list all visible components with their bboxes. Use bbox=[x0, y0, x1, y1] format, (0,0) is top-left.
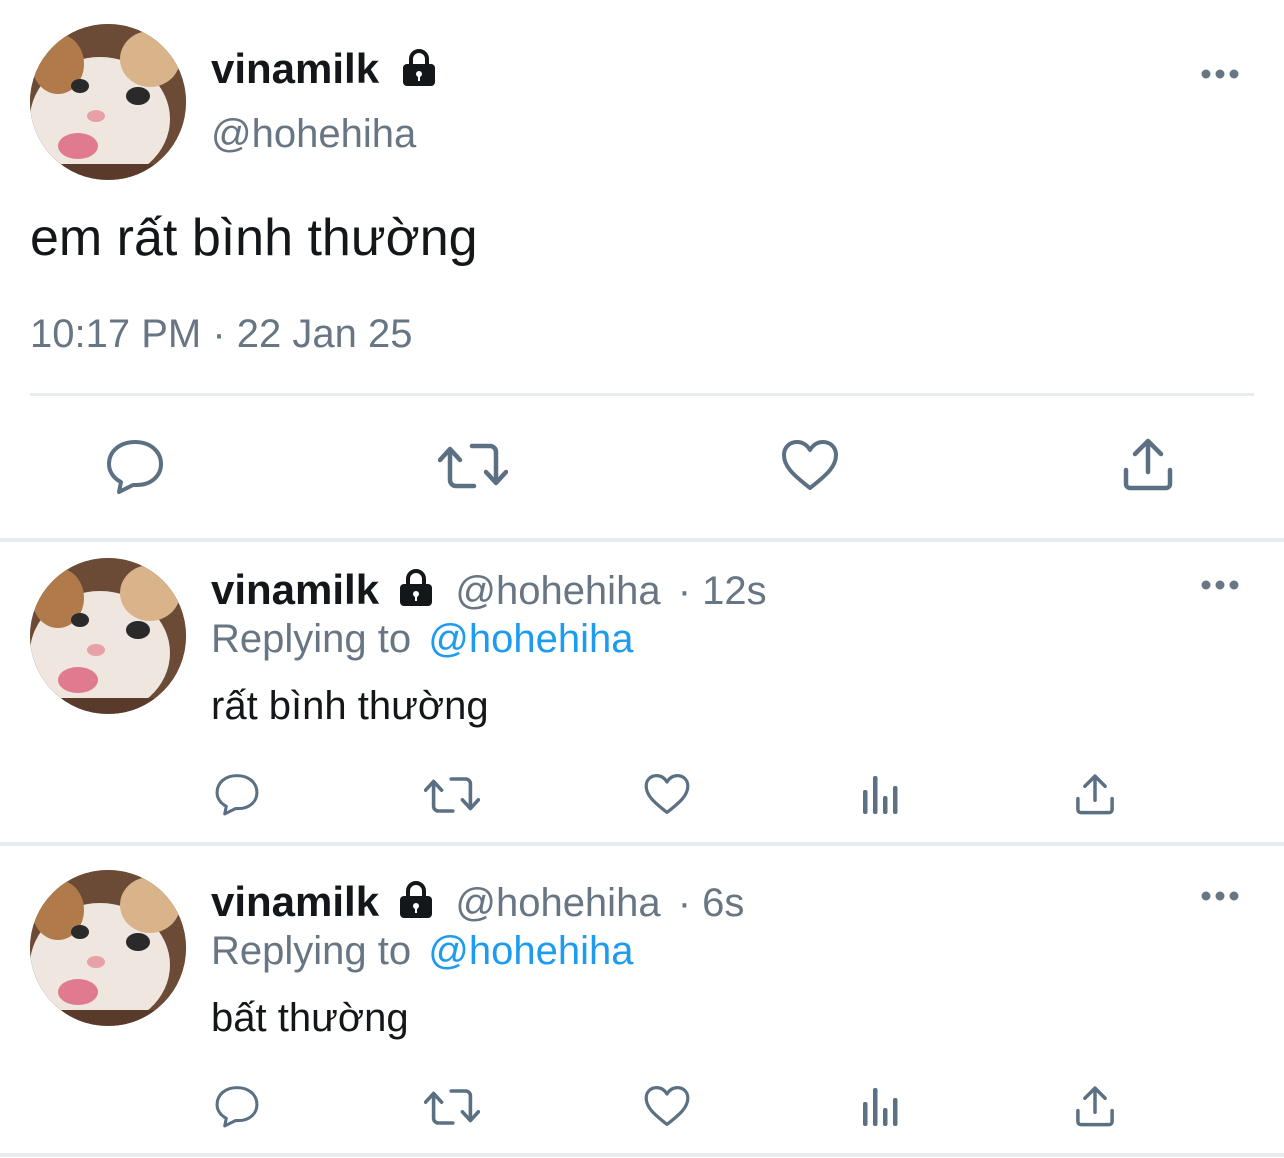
tweet-text: em rất bình thường bbox=[30, 209, 478, 267]
replying-to-link[interactable]: @hohehiha bbox=[428, 617, 633, 661]
like-icon[interactable] bbox=[780, 438, 840, 492]
views-icon[interactable] bbox=[859, 772, 903, 816]
display-name-text[interactable]: vinamilk bbox=[211, 45, 379, 92]
avatar[interactable] bbox=[30, 24, 186, 180]
divider bbox=[30, 393, 1254, 396]
share-icon[interactable] bbox=[1121, 436, 1175, 492]
reply-icon[interactable] bbox=[105, 438, 165, 494]
replying-to-label: Replying to bbox=[211, 617, 412, 661]
avatar[interactable] bbox=[30, 558, 186, 714]
more-options-icon[interactable] bbox=[1200, 68, 1240, 80]
avatar[interactable] bbox=[30, 870, 186, 1026]
divider bbox=[0, 538, 1284, 542]
reply-icon[interactable] bbox=[214, 1084, 260, 1128]
handle[interactable]: @hohehiha bbox=[455, 881, 660, 925]
tweet-text: rất bình thường bbox=[211, 684, 489, 728]
display-name[interactable]: vinamilk bbox=[211, 566, 379, 613]
reply-header: vinamilk @hohehiha · 6s bbox=[211, 881, 744, 926]
more-options-icon[interactable] bbox=[1200, 890, 1240, 902]
display-name[interactable]: vinamilk bbox=[211, 878, 379, 925]
retweet-icon[interactable] bbox=[424, 1086, 480, 1128]
like-icon[interactable] bbox=[643, 772, 691, 816]
share-icon[interactable] bbox=[1074, 1084, 1116, 1128]
retweet-icon[interactable] bbox=[438, 440, 508, 492]
replying-to: Replying to @hohehiha bbox=[211, 617, 633, 662]
tweet-timestamp[interactable]: 10:17 PM · 22 Jan 25 bbox=[30, 312, 412, 357]
lock-icon bbox=[396, 880, 436, 920]
divider bbox=[0, 1153, 1284, 1157]
more-options-icon[interactable] bbox=[1200, 579, 1240, 591]
share-icon[interactable] bbox=[1074, 772, 1116, 816]
replying-to-link[interactable]: @hohehiha bbox=[428, 929, 633, 973]
views-icon[interactable] bbox=[859, 1084, 903, 1128]
like-icon[interactable] bbox=[643, 1084, 691, 1128]
reply-age[interactable]: · 12s bbox=[678, 569, 767, 613]
reply-icon[interactable] bbox=[214, 772, 260, 816]
display-name[interactable]: vinamilk bbox=[211, 48, 439, 90]
retweet-icon[interactable] bbox=[424, 774, 480, 816]
reply-age[interactable]: · 6s bbox=[678, 881, 745, 925]
replying-to: Replying to @hohehiha bbox=[211, 929, 633, 974]
handle[interactable]: @hohehiha bbox=[211, 112, 416, 157]
handle[interactable]: @hohehiha bbox=[455, 569, 660, 613]
tweet-text: bất thường bbox=[211, 996, 409, 1040]
lock-icon bbox=[396, 568, 436, 608]
divider bbox=[0, 842, 1284, 846]
reply-header: vinamilk @hohehiha · 12s bbox=[211, 569, 767, 614]
lock-icon bbox=[399, 48, 439, 88]
replying-to-label: Replying to bbox=[211, 929, 412, 973]
